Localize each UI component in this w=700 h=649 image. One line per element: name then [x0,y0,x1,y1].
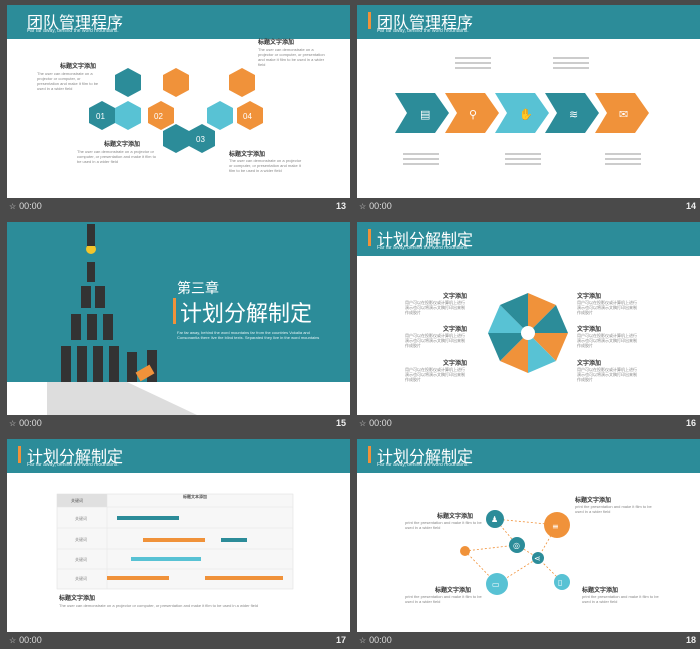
thumbs-up-icon: ✋ [519,108,533,121]
table-header-left: 关键词 [71,498,83,503]
phone-icon: ▯ [558,578,562,587]
item-body: 用户可以在投影仪或计算机上进行演示也可以将演示文稿打印出来制作成胶片 [577,333,637,348]
chat-icon: ✉ [619,108,628,121]
timing: 00:00 [19,418,42,428]
item-body: The user can demonstrate on a projector … [77,149,156,164]
slide-number: 15 [335,418,346,428]
table-row-label: 关键词 [75,516,87,521]
item-body: The user can demonstrate on a projector … [229,158,302,173]
slide-number: 16 [685,418,696,428]
accent-bar [173,298,176,324]
wifi-icon: ≋ [569,108,578,121]
timing: 00:00 [369,201,392,211]
item-body: 用户可以在投影仪或计算机上进行演示也可以将演示文稿打印出来制作成胶片 [405,367,465,382]
slide-number: 14 [685,201,696,211]
slide-footer: ☆ 00:00 18 [357,633,700,649]
item-heading: 标题文字添加 [582,588,619,594]
item-heading: 文字添加 [443,361,468,367]
item-body: print the presentation and make it film … [405,520,482,530]
slide-thumbnail-16[interactable]: 计划分解制定 Far far away, behind the word mou… [357,222,700,415]
slide-thumbnail-18[interactable]: 计划分解制定 Far far away, behind the word mou… [357,439,700,632]
transition-icon[interactable]: ☆ [9,419,16,428]
item-heading: 文字添加 [443,294,468,300]
chapter-label: 第三章 [177,281,219,297]
table-header-right: 标题文本添加 [183,494,207,499]
octagon-diagram [488,293,568,373]
person-icon: ♟ [491,515,498,524]
timing: 00:00 [369,418,392,428]
hex-label: 03 [196,135,205,144]
transition-icon[interactable]: ☆ [9,636,16,645]
item-body: The user can demonstrate on a projector … [37,71,99,91]
timing: 00:00 [19,201,42,211]
slide-footer: ☆ 00:00 15 [7,416,350,432]
slide-footer: ☆ 00:00 16 [357,416,700,432]
item-body: The user can demonstrate on a projector … [258,47,325,67]
item-body: print the presentation and make it film … [582,594,659,604]
chart-icon: ▤ [420,108,430,121]
slide-number: 17 [335,635,346,645]
transition-icon[interactable]: ☆ [9,202,16,211]
item-heading: 文字添加 [577,361,602,367]
hex-label: 02 [154,112,163,121]
item-heading: 文字添加 [577,294,602,300]
item-body: 用户可以在投影仪或计算机上进行演示也可以将演示文稿打印出来制作成胶片 [577,367,637,382]
table-row-label: 关键词 [75,537,87,542]
hex-label: 01 [96,112,105,121]
chapter-subtitle: Far far away, behind the word mountains … [177,330,320,340]
slide-thumbnail-13[interactable]: 团队管理程序 Far far away, behind the word mou… [7,5,350,198]
table-row-label: 关键词 [75,557,87,562]
footer-body: The user can demonstrate on a projector … [59,603,258,608]
slide-number: 18 [685,635,696,645]
item-heading: 标题文字添加 [437,514,474,520]
search-icon: ⚲ [469,108,477,121]
item-body: 用户可以在投影仪或计算机上进行演示也可以将演示文稿打印出来制作成胶片 [405,333,465,348]
slide-footer: ☆ 00:00 17 [7,633,350,649]
item-heading: 文字添加 [443,327,468,333]
hex-label: 04 [243,112,252,121]
table-row-label: 关键词 [75,576,87,581]
item-heading: 标题文字添加 [104,142,141,148]
item-body: print the presentation and make it film … [575,504,652,514]
item-heading: 标题文字添加 [258,40,295,46]
target-icon: ◎ [513,541,520,550]
slide-thumbnail-17[interactable]: 计划分解制定 Far far away, behind the word mou… [7,439,350,632]
slide-number: 13 [335,201,346,211]
chapter-title: 计划分解制定 [180,302,313,327]
item-body: print the presentation and make it film … [405,594,482,604]
transition-icon[interactable]: ☆ [359,419,366,428]
slide-footer: ☆ 00:00 13 [7,199,350,215]
monitor-icon: ▭ [492,580,500,589]
slide-thumbnail-14[interactable]: 团队管理程序 Far far away, behind the word mou… [357,5,700,198]
database-icon: ≡ [552,522,559,531]
item-heading: 标题文字添加 [575,498,612,504]
item-heading: 标题文字添加 [229,152,266,158]
item-heading: 文字添加 [577,327,602,333]
transition-icon[interactable]: ☆ [359,202,366,211]
slide-footer: ☆ 00:00 14 [357,199,700,215]
arrow-process: ▤ ⚲ ✋ ≋ ✉ [395,57,649,165]
transition-icon[interactable]: ☆ [359,636,366,645]
timing: 00:00 [19,635,42,645]
item-body: 用户可以在投影仪或计算机上进行演示也可以将演示文稿打印出来制作成胶片 [405,300,465,315]
item-heading: 标题文字添加 [435,588,472,594]
slide-thumbnail-15[interactable]: 第三章 计划分解制定 Far far away, behind the word… [7,222,350,415]
footer-heading: 标题文字添加 [59,596,96,602]
item-heading: 标题文字添加 [60,64,97,70]
share-icon: ⋖ [534,554,541,563]
timing: 00:00 [369,635,392,645]
item-body: 用户可以在投影仪或计算机上进行演示也可以将演示文稿打印出来制作成胶片 [577,300,637,315]
